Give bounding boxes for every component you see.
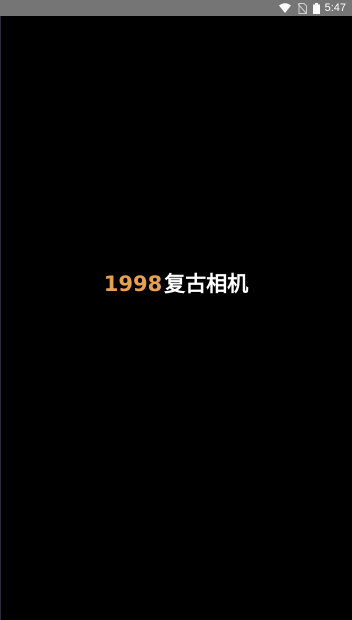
app-title: 1998复古相机 [0, 270, 352, 298]
splash-screen: 5:47 1998复古相机 [0, 0, 352, 620]
app-title-name: 复古相机 [164, 272, 249, 296]
status-bar: 5:47 [0, 0, 352, 16]
wifi-icon [278, 0, 291, 16]
battery-icon [312, 0, 320, 16]
status-time: 5:47 [324, 2, 346, 14]
screen-edge [0, 16, 1, 620]
no-sim-icon [297, 0, 307, 16]
app-title-year: 1998 [103, 272, 163, 296]
